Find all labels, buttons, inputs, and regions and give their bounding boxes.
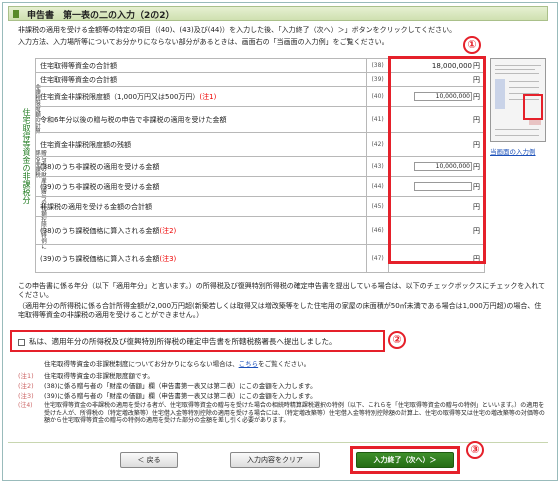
row-note: (注1) [199,92,217,101]
row-number: (44) [366,176,390,197]
row-label: 非課税の適用を受ける金額の合計額 [40,202,152,211]
side-label: 住宅取得等資金の非課税分 [22,108,31,204]
note-text: 住宅取得等資金の非課税制度についてお分かりにならない場合は、 [44,360,239,368]
row-number: (38) [366,58,390,73]
thumbnail-highlight [523,94,543,120]
note-key: (注4) [18,402,33,409]
row-label: 住宅資金非課税限度額の残額 [40,140,131,149]
next-button[interactable]: 入力終了（次へ）＞ [356,452,454,468]
note-tail: をご覧ください。 [258,360,311,368]
note-text: 住宅取得等資金の非課税限度額です。 [44,372,154,380]
row-label: 住宅資金非課税限度額（1,000万円又は500万円） [40,92,200,101]
footer-divider [8,442,548,443]
row-number: (40) [366,86,390,107]
annotation-3: ③ [466,441,484,459]
tax-return-checkbox[interactable] [18,338,25,346]
row-label: (38)のうち課税価格に算入される金額 [40,226,160,235]
row-label: 令和6年分以後の贈与税の申告で非課税の適用を受けた金額 [40,115,227,124]
row-label: (39)のうち非課税の適用を受ける金額 [40,182,160,191]
note-text: (39)に係る贈与者の「財産の価額」欄（申告書第一表又は第二表）にこの金額を入力… [44,392,317,400]
annotation-1: ① [463,36,481,54]
value-column-highlight [388,56,486,264]
note-3: (注3) (39)に係る贈与者の「財産の価額」欄（申告書第一表又は第二表）にこの金… [18,392,548,400]
row-number: (47) [366,244,390,273]
note-1: (注1) 住宅取得等資金の非課税限度額です。 [18,372,548,380]
row-label: 住宅取得等資金の合計額 [40,61,117,70]
note-key: (注2) [18,382,34,390]
annotation-2: ② [388,331,406,349]
tax-return-checkbox-row[interactable]: 私は、適用年分の所得税及び復興特別所得税の確定申告書を所轄税務署長へ提出しました… [12,333,382,355]
row-number: (43) [366,156,390,177]
note-text: (38)に係る贈与者の「財産の価額」欄（申告書第一表又は第二表）にこの金額を入力… [44,382,317,390]
note-4: (注4) 住宅取得等資金の非課税の適用を受ける者が、住宅取得等資金の贈与を受けた場… [18,402,548,425]
note-key: (注1) [18,372,34,380]
row-number: (46) [366,216,390,245]
back-button[interactable]: ＜ 戻る [120,452,178,468]
row-label: 住宅取得等資金の合計額 [40,75,117,84]
example-link[interactable]: 当画面の入力例 [490,146,536,156]
row-number: (41) [366,106,390,133]
note-key: (注3) [18,392,34,400]
note-text: 住宅取得等資金の非課税の適用を受ける者が、住宅取得等資金の贈与を受けた場合の相続… [44,402,545,424]
row-label: (39)のうち課税価格に算入される金額 [40,254,160,263]
help-link[interactable]: こちら [239,360,259,368]
row-label: (38)のうち非課税の適用を受ける金額 [40,162,160,171]
row-note: (注3) [159,254,177,263]
checkbox-label: 私は、適用年分の所得税及び復興特別所得税の確定申告書を所轄税務署長へ提出しました… [29,337,337,346]
row-number: (42) [366,132,390,157]
title-bar: 申告書 第一表の二の入力（2の2） [8,6,548,21]
row-number: (45) [366,196,390,217]
title-marker-icon [13,10,19,18]
row-note: (注2) [159,226,177,235]
intro-line-2: 入力方法、入力場所等についてお分かりにならない部分があるときは、画面右の「当画面… [18,38,389,46]
intro-line-1: 非課税の適用を受ける金額等の特定の項目（(40)、(43)及び(44)）を入力し… [18,26,457,34]
clear-button[interactable]: 入力内容をクリア [230,452,320,468]
page-title: 申告書 第一表の二の入力（2の2） [27,11,175,21]
row-number: (39) [366,72,390,87]
condition-text: （適用年分の所得税に係る合計所得金額が2,000万円超(新築若しくは取得又は増改… [18,302,542,319]
note-2: (注2) (38)に係る贈与者の「財産の価額」欄（申告書第一表又は第二表）にこの金… [18,382,548,390]
note-help: 住宅取得等資金の非課税制度についてお分かりにならない場合は、こちらをご覧ください… [18,360,548,368]
instruction-text: この申告書に係る年分（以下「適用年分」と言います。）の所得税及び復興特別所得税の… [18,282,546,299]
